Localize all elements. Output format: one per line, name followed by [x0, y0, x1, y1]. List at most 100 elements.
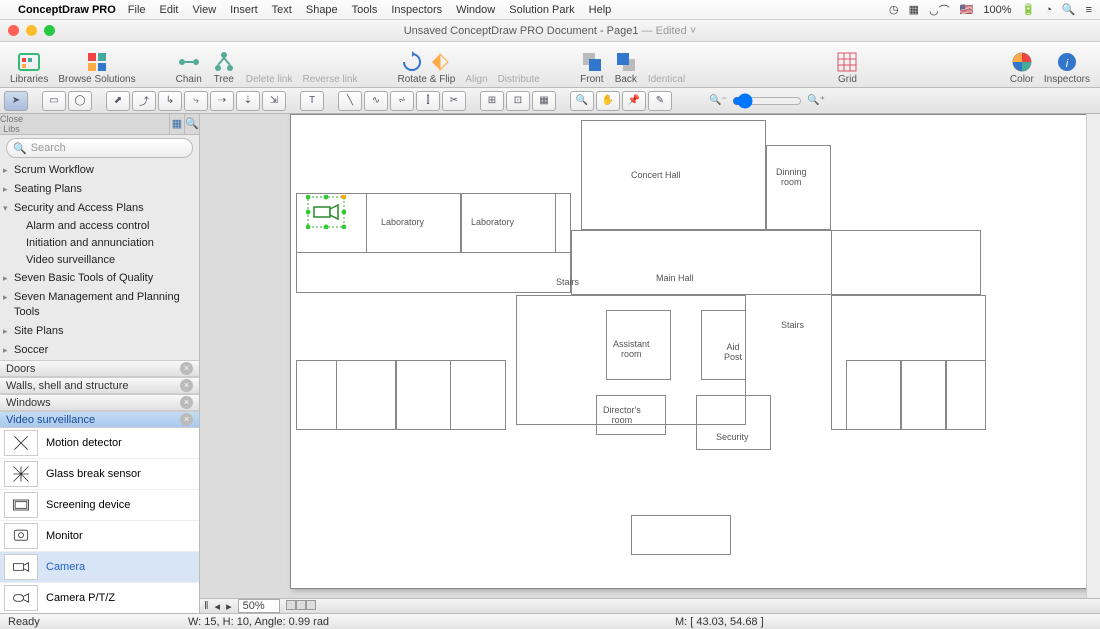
connector-tool-7[interactable]: ⇲ [262, 91, 286, 111]
eyedropper-tool[interactable]: ✎ [648, 91, 672, 111]
menu-window[interactable]: Window [456, 4, 495, 16]
zoom-window-button[interactable] [44, 25, 55, 36]
chain-button[interactable]: Chain [172, 42, 206, 88]
shape-screening[interactable]: Screening device [0, 490, 199, 521]
line-tool-3[interactable]: ⩫ [390, 91, 414, 111]
close-icon[interactable]: × [180, 396, 193, 409]
libtab-windows[interactable]: Windows× [0, 394, 199, 411]
clock-icon[interactable]: ◷ [889, 3, 899, 16]
flag-icon[interactable]: 🇺🇸 [960, 3, 974, 16]
line-tool-5[interactable]: ✂ [442, 91, 466, 111]
close-icon[interactable]: × [180, 379, 193, 392]
ellipse-tool[interactable]: ◯ [68, 91, 92, 111]
tree-security[interactable]: Security and Access Plans [0, 199, 199, 218]
tree-mgmt[interactable]: Seven Management and Planning Tools [0, 288, 199, 322]
shape-motion-detector[interactable]: Motion detector [0, 428, 199, 459]
front-button[interactable]: Front [576, 42, 608, 88]
tree-video[interactable]: Video surveillance [0, 252, 199, 269]
app-name[interactable]: ConceptDraw PRO [18, 4, 116, 16]
drawing-canvas[interactable]: Concert Hall Dinning room Laboratory Lab… [290, 114, 1100, 589]
tree-scrum[interactable]: Scrum Workflow [0, 161, 199, 180]
close-icon[interactable]: × [180, 413, 193, 426]
lib-filter-input[interactable] [23, 116, 169, 132]
zoom-slider[interactable] [732, 93, 802, 109]
rect-tool[interactable]: ▭ [42, 91, 66, 111]
libtab-doors[interactable]: Doors× [0, 360, 199, 377]
connector-tool-1[interactable]: ⬈ [106, 91, 130, 111]
search-button[interactable]: 🔍 [184, 114, 199, 134]
connector-tool-4[interactable]: ⤷ [184, 91, 208, 111]
time-icon[interactable]: ◔ [1045, 4, 1052, 16]
back-button[interactable]: Back [610, 42, 642, 88]
wifi-icon[interactable]: ◡⌒ [929, 2, 950, 18]
page-nav-first[interactable]: ‖ [204, 600, 209, 612]
menu-solutionpark[interactable]: Solution Park [509, 4, 574, 16]
menu-file[interactable]: File [128, 4, 146, 16]
page-tabs[interactable] [286, 600, 316, 613]
battery-icon[interactable]: 🔋 [1022, 3, 1036, 16]
inspectors-button[interactable]: i Inspectors [1040, 42, 1094, 88]
shape-camera[interactable]: Camera [0, 552, 199, 583]
tree-soccer[interactable]: Soccer [0, 341, 199, 360]
menu-icon[interactable]: ≡ [1086, 4, 1092, 16]
libtab-walls[interactable]: Walls, shell and structure× [0, 377, 199, 394]
tree-alarm[interactable]: Alarm and access control [0, 218, 199, 235]
selected-camera-shape[interactable] [306, 195, 346, 229]
close-libs-button[interactable]: CloseLibs [0, 114, 23, 134]
grid-view-button[interactable]: ▦ [169, 114, 184, 134]
connector-tool-5[interactable]: ⇢ [210, 91, 234, 111]
shape-glass-break[interactable]: Glass break sensor [0, 459, 199, 490]
group-tool-3[interactable]: ▦ [532, 91, 556, 111]
connector-tool-3[interactable]: ↳ [158, 91, 182, 111]
menu-insert[interactable]: Insert [230, 4, 258, 16]
close-window-button[interactable] [8, 25, 19, 36]
grid-button[interactable]: Grid [831, 42, 863, 88]
line-tool-1[interactable]: ╲ [338, 91, 362, 111]
zoom-in-button[interactable]: 🔍⁺ [804, 91, 828, 111]
rotate-flip-button[interactable]: Rotate & Flip [394, 42, 460, 88]
zoom-dropdown[interactable]: 50% [238, 599, 280, 613]
line-tool-2[interactable]: ∿ [364, 91, 388, 111]
libraries-button[interactable]: Libraries [6, 42, 52, 88]
group-tool-1[interactable]: ⊞ [480, 91, 504, 111]
zoom-in-tool[interactable]: 🔍 [570, 91, 594, 111]
tree-site[interactable]: Site Plans [0, 322, 199, 341]
tree-seating[interactable]: Seating Plans [0, 180, 199, 199]
status-bar: Ready W: 15, H: 10, Angle: 0.99 rad M: [… [0, 613, 1100, 629]
browse-solutions-button[interactable]: Browse Solutions [54, 42, 139, 88]
zoom-out-button[interactable]: 🔍⁻ [706, 91, 730, 111]
menu-text[interactable]: Text [272, 4, 292, 16]
minimize-window-button[interactable] [26, 25, 37, 36]
menu-inspectors[interactable]: Inspectors [391, 4, 442, 16]
canvas-area[interactable]: Concert Hall Dinning room Laboratory Lab… [200, 114, 1100, 613]
group-tool-2[interactable]: ⊡ [506, 91, 530, 111]
page-nav-next[interactable]: ▸ [226, 600, 232, 613]
pointer-tool[interactable]: ➤ [4, 91, 28, 111]
hand-tool[interactable]: ✋ [596, 91, 620, 111]
text-tool[interactable]: T [300, 91, 324, 111]
line-tool-4[interactable]: ⫿ [416, 91, 440, 111]
shape-monitor[interactable]: Monitor [0, 521, 199, 552]
tree-quality[interactable]: Seven Basic Tools of Quality [0, 269, 199, 288]
connector-tool-6[interactable]: ⇣ [236, 91, 260, 111]
vertical-scrollbar[interactable] [1086, 114, 1100, 599]
menu-shape[interactable]: Shape [306, 4, 338, 16]
shape-camera-ptz[interactable]: Camera P/T/Z [0, 583, 199, 613]
page-nav-prev[interactable]: ◂ [215, 600, 221, 613]
tree-button[interactable]: Tree [208, 42, 240, 88]
tree-initiation[interactable]: Initiation and annunciation [0, 235, 199, 252]
spotlight-icon[interactable]: 🔍 [1062, 3, 1076, 16]
squares-icon[interactable]: ▦ [909, 3, 919, 16]
menu-tools[interactable]: Tools [352, 4, 378, 16]
menu-view[interactable]: View [193, 4, 217, 16]
menu-help[interactable]: Help [589, 4, 612, 16]
room-stairs2: Stairs [781, 320, 804, 330]
room-security: Security [716, 432, 749, 442]
color-button[interactable]: Color [1006, 42, 1038, 88]
connector-tool-2[interactable]: ⤴ [132, 91, 156, 111]
libtab-video[interactable]: Video surveillance× [0, 411, 199, 428]
search-input[interactable]: 🔍Search [6, 138, 193, 158]
stamp-tool[interactable]: 📌 [622, 91, 646, 111]
close-icon[interactable]: × [180, 362, 193, 375]
menu-edit[interactable]: Edit [160, 4, 179, 16]
